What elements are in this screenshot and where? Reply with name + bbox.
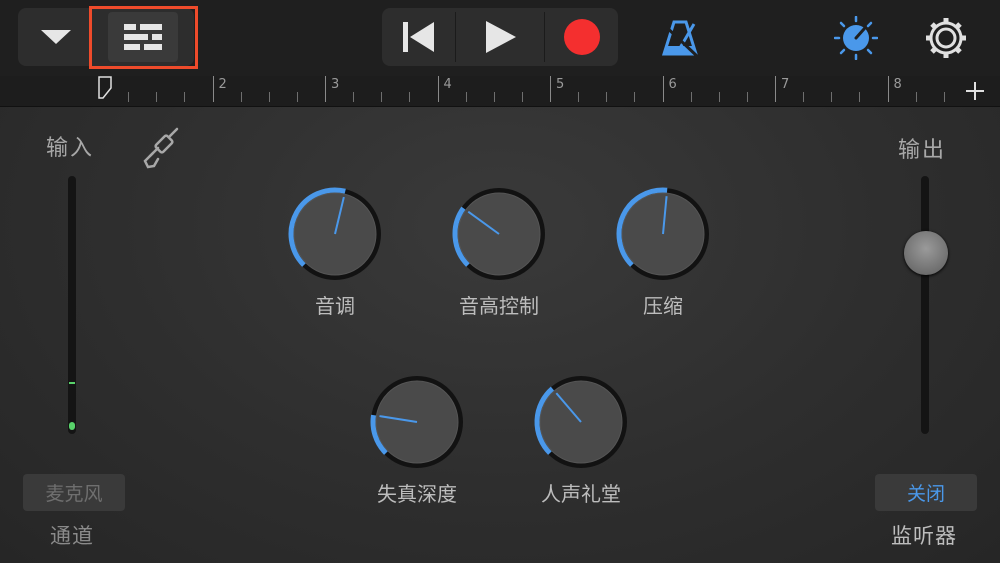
ruler-bar-tick <box>212 76 214 102</box>
timeline-ruler[interactable]: 2 3 4 5 6 7 8 <box>0 76 1000 107</box>
input-level-meter <box>68 176 76 434</box>
play-icon <box>486 21 516 53</box>
settings-button[interactable] <box>918 12 974 64</box>
ruler-beat-tick <box>943 92 945 102</box>
ruler-beat-tick <box>381 92 383 102</box>
knob-3[interactable] <box>611 182 715 286</box>
output-label: 输出 <box>898 138 947 163</box>
ruler-bar-tick <box>887 76 889 102</box>
ruler-beat-tick <box>831 92 833 102</box>
knob-label: 失真深度 <box>377 482 457 506</box>
record-icon <box>563 19 600 55</box>
ruler-beat-tick <box>240 92 242 102</box>
ruler-beat-tick <box>353 92 355 102</box>
control-bar <box>0 0 1000 76</box>
ruler-bar-tick <box>550 76 551 102</box>
ruler-beat-tick <box>465 92 467 102</box>
knob-4[interactable] <box>365 370 469 474</box>
ruler-beat-tick <box>634 92 636 102</box>
output-volume-track[interactable] <box>921 176 929 434</box>
ruler-bar-number: 8 <box>893 77 902 92</box>
knob-1[interactable] <box>283 182 387 286</box>
input-source-button[interactable]: 麦克风 <box>23 474 125 511</box>
ruler-beat-tick <box>690 92 692 102</box>
ruler-bar-tick <box>775 76 776 102</box>
knob-dial <box>534 376 627 468</box>
add-section-button[interactable] <box>958 76 992 106</box>
ruler-bar-number: 2 <box>218 77 227 92</box>
knob-2[interactable] <box>447 182 551 286</box>
metronome-icon <box>660 20 700 58</box>
ruler-beat-tick <box>493 92 495 102</box>
input-level-fill <box>69 422 75 430</box>
playhead-marker[interactable] <box>98 76 114 106</box>
ruler-beat-tick <box>578 92 580 102</box>
plus-icon <box>966 82 984 100</box>
ruler-beat-tick <box>296 92 298 102</box>
monitor-label: 监听器 <box>891 524 957 548</box>
input-label: 输入 <box>46 136 95 161</box>
metronome-button[interactable] <box>652 12 708 64</box>
play-button[interactable] <box>456 8 544 66</box>
ruler-bar-number: 5 <box>556 77 565 92</box>
knob-label: 音调 <box>315 294 355 318</box>
ruler-beat-tick <box>409 92 411 102</box>
knob-dial <box>370 376 463 468</box>
ruler-beat-tick <box>156 92 158 102</box>
ruler-beat-tick <box>521 92 523 102</box>
knob-label: 压缩 <box>643 294 683 318</box>
ruler-beat-tick <box>859 92 861 102</box>
ruler-beat-tick <box>746 92 748 102</box>
ruler-beat-tick <box>606 92 608 102</box>
chevron-down-icon <box>41 30 71 44</box>
ruler-beat-tick <box>915 92 917 102</box>
ruler-bar-number: 7 <box>781 77 790 92</box>
output-volume-slider[interactable] <box>904 231 948 276</box>
knob-label: 音高控制 <box>459 294 539 318</box>
gear-icon <box>926 18 966 58</box>
ruler-bar-tick <box>325 76 326 102</box>
master-effects-button[interactable] <box>828 12 884 64</box>
knob-label: 人声礼堂 <box>541 482 621 506</box>
ruler-beat-tick <box>268 92 270 102</box>
audio-jack-icon <box>143 127 179 169</box>
ruler-bar-number: 4 <box>443 77 452 92</box>
knob-dial <box>616 187 709 280</box>
ruler-beat-tick <box>718 92 720 102</box>
monitor-toggle-button[interactable]: 关闭 <box>875 474 977 511</box>
dropdown-button[interactable] <box>18 8 94 66</box>
input-peak-marker <box>69 382 75 384</box>
record-button[interactable] <box>545 8 618 66</box>
transport-group <box>382 8 618 66</box>
ruler-bar-tick <box>437 76 439 102</box>
ruler-bar-number: 6 <box>668 77 677 92</box>
channel-label: 通道 <box>50 524 94 548</box>
ruler-beat-tick <box>184 92 186 102</box>
ruler-beat-tick <box>803 92 805 102</box>
ruler-beat-tick <box>128 92 130 102</box>
dial-icon <box>834 16 878 60</box>
ruler-bar-number: 3 <box>331 77 340 92</box>
go-to-start-button[interactable] <box>382 8 454 66</box>
knob-dial <box>288 187 381 280</box>
knob-5[interactable] <box>529 370 633 474</box>
input-jack-button[interactable] <box>138 124 184 172</box>
skip-back-icon <box>403 22 434 52</box>
ruler-bar-tick <box>662 76 664 102</box>
knob-dial <box>452 188 545 280</box>
tracks-view-highlight <box>89 6 198 69</box>
